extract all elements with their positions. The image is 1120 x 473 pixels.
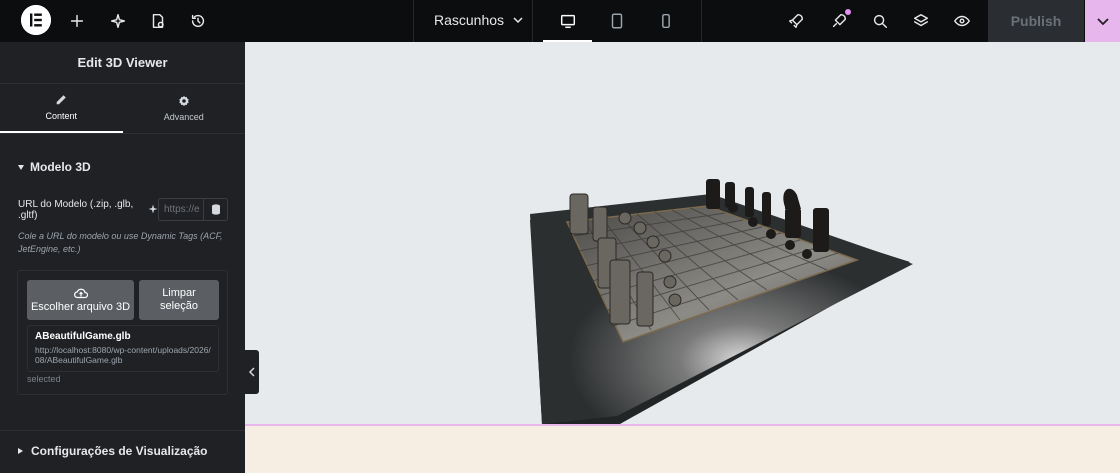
divider bbox=[532, 0, 533, 42]
dynamic-tags-button[interactable] bbox=[203, 198, 228, 221]
section2-title: Configurações de Visualização bbox=[31, 444, 208, 458]
notification-badge bbox=[845, 9, 851, 15]
elementor-logo-icon[interactable] bbox=[21, 5, 51, 35]
clear-selection-label: Limpar seleção bbox=[160, 287, 198, 312]
collapse-panel-button[interactable] bbox=[245, 350, 259, 394]
chess-board-3d-model[interactable] bbox=[245, 42, 1120, 424]
tab-content[interactable]: Content bbox=[0, 84, 123, 133]
caret-down-icon bbox=[18, 164, 24, 170]
upload-cloud-icon bbox=[73, 288, 88, 298]
publish-options-button[interactable] bbox=[1085, 0, 1120, 42]
tablet-icon[interactable] bbox=[592, 0, 641, 42]
pencil-icon bbox=[56, 95, 67, 105]
drafts-chevron-icon bbox=[513, 17, 523, 24]
add-icon[interactable] bbox=[67, 11, 87, 31]
top-bar: Rascunhos Publish bbox=[0, 0, 1120, 42]
database-icon bbox=[211, 204, 220, 215]
divider bbox=[701, 0, 702, 42]
gear-icon bbox=[178, 95, 189, 107]
section-visualizacao[interactable]: Configurações de Visualização bbox=[18, 444, 208, 458]
choose-file-button[interactable]: Escolher arquivo 3D bbox=[27, 280, 134, 320]
rocket-icon[interactable] bbox=[786, 11, 806, 31]
divider bbox=[413, 0, 414, 42]
divider bbox=[0, 430, 245, 431]
history-icon[interactable] bbox=[188, 11, 208, 31]
help-text: Cole a URL do modelo ou use Dynamic Tags… bbox=[18, 231, 223, 254]
selected-status: selected bbox=[27, 374, 61, 384]
tab-advanced-label: Advanced bbox=[163, 112, 204, 122]
choose-file-label: Escolher arquivo 3D bbox=[30, 300, 131, 313]
file-path: http://localhost:8080/wp-content/uploads… bbox=[35, 345, 211, 365]
model-url-input[interactable]: https://e bbox=[158, 198, 204, 221]
chevron-down-icon bbox=[1096, 18, 1109, 26]
publish-button[interactable]: Publish bbox=[988, 0, 1084, 42]
mobile-icon[interactable] bbox=[641, 0, 690, 42]
drafts-dropdown[interactable]: Rascunhos bbox=[434, 12, 524, 28]
search-icon[interactable] bbox=[870, 11, 890, 31]
preview-eye-icon[interactable] bbox=[952, 11, 972, 31]
section-title: Modelo 3D bbox=[30, 160, 91, 174]
layers-icon[interactable] bbox=[911, 11, 931, 31]
drafts-label: Rascunhos bbox=[434, 12, 505, 28]
tab-content-label: Content bbox=[45, 111, 78, 121]
preview-canvas[interactable] bbox=[245, 42, 1120, 424]
editor-panel: Edit 3D Viewer Content Advanced Modelo 3… bbox=[0, 42, 245, 473]
desktop-icon[interactable] bbox=[543, 0, 592, 42]
file-name: ABeautifulGame.glb bbox=[35, 331, 131, 342]
selected-file-card: ABeautifulGame.glb http://localhost:8080… bbox=[27, 325, 219, 372]
ai-sparkle-icon[interactable] bbox=[108, 11, 128, 31]
caret-right-icon bbox=[18, 448, 23, 454]
panel-tabs: Content Advanced bbox=[0, 84, 245, 134]
url-label: URL do Modelo (.zip, .glb, .gltf) bbox=[18, 199, 134, 221]
panel-title: Edit 3D Viewer bbox=[0, 42, 245, 84]
next-section-area bbox=[245, 424, 1120, 473]
clear-selection-button[interactable]: Limpar seleção bbox=[139, 280, 219, 320]
page-settings-icon[interactable] bbox=[148, 11, 168, 31]
section-modelo-3d[interactable]: Modelo 3D bbox=[18, 160, 91, 174]
ai-sparkle-icon[interactable] bbox=[148, 204, 158, 217]
tab-advanced[interactable]: Advanced bbox=[123, 84, 246, 133]
chevron-left-icon bbox=[248, 367, 255, 377]
